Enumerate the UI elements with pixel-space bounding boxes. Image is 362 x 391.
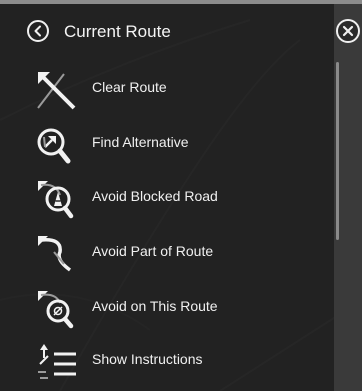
menu-item-label: Clear Route — [92, 79, 167, 95]
current-route-screen: Current Route Clear Route Find Alternati… — [0, 0, 362, 391]
menu-item-label: Avoid Part of Route — [92, 243, 214, 259]
clear-route-icon — [37, 72, 76, 110]
menu-item-avoid-blocked-road[interactable]: Avoid Blocked Road — [0, 173, 320, 223]
back-button[interactable] — [27, 20, 49, 42]
menu-item-show-instructions[interactable]: Show Instructions — [0, 336, 320, 386]
menu-item-avoid-on-this-route[interactable]: Avoid on This Route — [0, 283, 320, 333]
menu-item-label: Show Instructions — [92, 351, 203, 367]
close-icon — [342, 25, 354, 37]
chevron-left-icon — [34, 25, 41, 37]
menu-item-label: Avoid Blocked Road — [92, 188, 218, 204]
scrollbar[interactable] — [336, 62, 339, 240]
menu-item-label: Avoid on This Route — [92, 298, 218, 314]
page-title: Current Route — [64, 22, 171, 41]
menu-item-label: Find Alternative — [92, 134, 189, 150]
header: Current Route — [0, 14, 334, 50]
avoid-part-of-route-icon — [38, 236, 72, 272]
top-divider — [0, 0, 362, 4]
menu-item-find-alternative[interactable]: Find Alternative — [0, 119, 320, 169]
avoid-blocked-road-icon — [38, 181, 74, 219]
avoid-on-this-route-icon — [38, 291, 74, 329]
menu-item-clear-route[interactable]: Clear Route — [0, 64, 320, 114]
show-instructions-icon — [38, 344, 76, 379]
menu-item-avoid-part-of-route[interactable]: Avoid Part of Route — [0, 228, 320, 278]
close-button[interactable] — [336, 19, 360, 43]
find-alternative-icon — [37, 128, 71, 164]
